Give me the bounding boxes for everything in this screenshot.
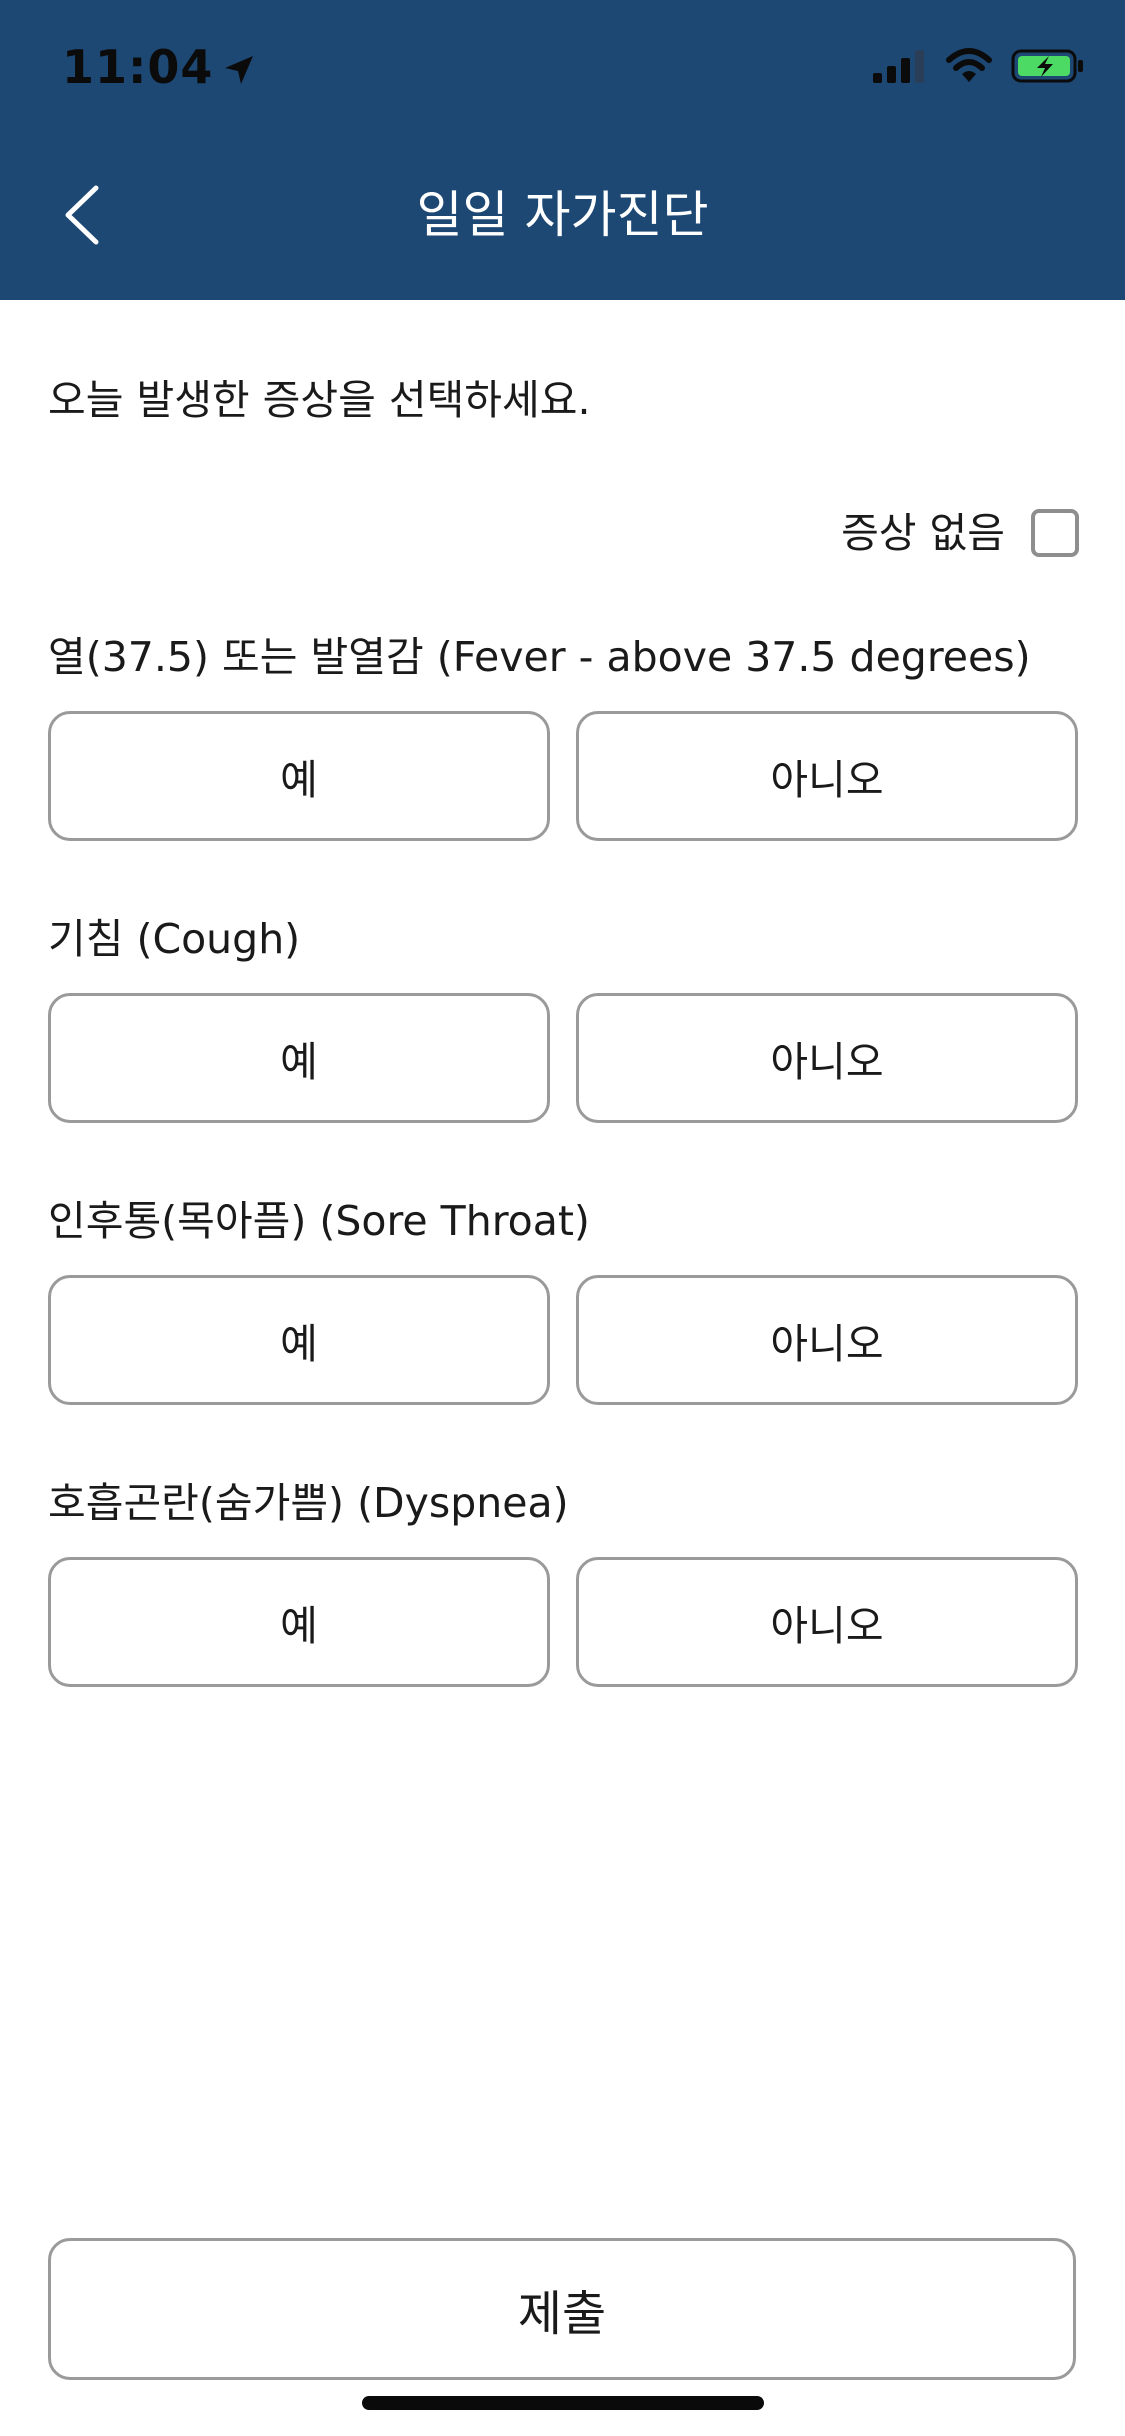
answer-row: 예 아니오	[48, 1275, 1078, 1405]
status-icons	[873, 48, 1085, 88]
sore-throat-no-button[interactable]: 아니오	[576, 1275, 1078, 1405]
cough-yes-button[interactable]: 예	[48, 993, 550, 1123]
submit-button[interactable]: 제출	[48, 2238, 1076, 2380]
battery-charging-icon	[1011, 48, 1085, 88]
question-cough: 기침 (Cough) 예 아니오	[48, 909, 1078, 1123]
question-label: 호흡곤란(숨가쁨) (Dyspnea)	[48, 1479, 569, 1527]
question-label: 기침 (Cough)	[48, 915, 301, 963]
sore-throat-yes-button[interactable]: 예	[48, 1275, 550, 1405]
question-dyspnea: 호흡곤란(숨가쁨) (Dyspnea) 예 아니오	[48, 1473, 1078, 1687]
question-sore-throat: 인후통(목아픔) (Sore Throat) 예 아니오	[48, 1191, 1078, 1405]
answer-row: 예 아니오	[48, 993, 1078, 1123]
status-time-text: 11:04	[62, 40, 214, 94]
page-title: 일일 자가진단	[416, 186, 709, 244]
location-arrow-icon	[219, 47, 259, 87]
question-label: 인후통(목아픔) (Sore Throat)	[48, 1197, 590, 1245]
question-label: 열(37.5) 또는 발열감 (Fever - above 37.5 degre…	[48, 633, 1031, 681]
dyspnea-yes-button[interactable]: 예	[48, 1557, 550, 1687]
dyspnea-no-button[interactable]: 아니오	[576, 1557, 1078, 1687]
no-symptom-checkbox[interactable]	[1031, 509, 1079, 557]
no-symptom-row: 증상 없음	[841, 505, 1079, 561]
app-header: 11:04 일일 자가진단	[0, 0, 1125, 300]
cough-no-button[interactable]: 아니오	[576, 993, 1078, 1123]
wifi-icon	[945, 48, 993, 88]
cellular-signal-icon	[873, 49, 927, 87]
status-time: 11:04	[62, 40, 259, 94]
fever-no-button[interactable]: 아니오	[576, 711, 1078, 841]
no-symptom-label: 증상 없음	[841, 509, 1005, 557]
answer-row: 예 아니오	[48, 1557, 1078, 1687]
instruction-text: 오늘 발생한 증상을 선택하세요.	[48, 376, 591, 424]
question-fever: 열(37.5) 또는 발열감 (Fever - above 37.5 degre…	[48, 627, 1078, 841]
answer-row: 예 아니오	[48, 711, 1078, 841]
home-indicator	[362, 2396, 764, 2410]
fever-yes-button[interactable]: 예	[48, 711, 550, 841]
